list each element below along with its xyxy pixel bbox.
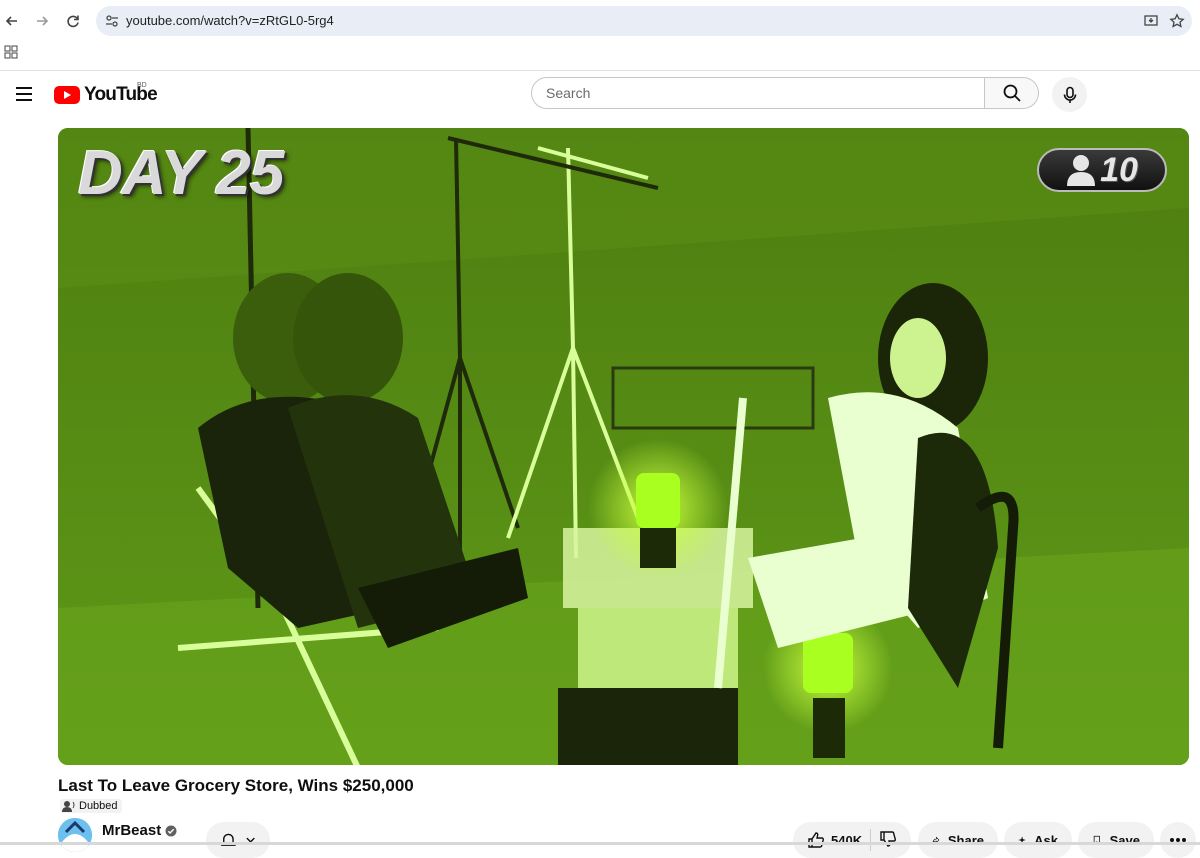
thumbs-up-icon xyxy=(808,832,824,848)
dubbed-voice-icon xyxy=(62,801,75,812)
notification-bell-button[interactable] xyxy=(206,822,270,858)
like-divider xyxy=(870,829,871,851)
search-box xyxy=(531,77,985,109)
video-player[interactable]: DAY 25 10 xyxy=(58,128,1189,765)
remaining-players-count: 10 xyxy=(1100,150,1138,189)
reload-icon xyxy=(67,15,79,28)
sparkle-icon xyxy=(1018,836,1026,844)
channel-name: MrBeast xyxy=(102,822,162,839)
youtube-play-icon xyxy=(54,86,80,104)
channel-name-link[interactable]: MrBeast xyxy=(102,822,177,839)
like-dislike-group: 540K xyxy=(793,822,911,858)
search-input[interactable] xyxy=(532,78,966,108)
back-arrow-icon xyxy=(5,16,17,26)
ask-button[interactable]: Ask xyxy=(1004,822,1072,858)
share-button[interactable]: Share xyxy=(918,822,998,858)
site-info-icon[interactable] xyxy=(104,13,120,34)
save-label: Save xyxy=(1109,832,1140,848)
person-icon xyxy=(1067,155,1096,186)
dubbed-badge: Dubbed xyxy=(60,799,122,813)
video-title: Last To Leave Grocery Store, Wins $250,0… xyxy=(58,776,414,795)
apps-grid-icon[interactable] xyxy=(4,45,18,59)
like-button[interactable]: 540K xyxy=(807,831,862,849)
remaining-players-badge: 10 xyxy=(1037,148,1167,192)
ask-label: Ask xyxy=(1034,832,1058,848)
verified-check-icon xyxy=(165,825,177,836)
voice-search-button[interactable] xyxy=(1052,77,1087,112)
address-bar[interactable]: youtube.com/watch?v=zRtGL0-5rg4 xyxy=(96,6,1192,36)
guide-menu-button[interactable] xyxy=(12,82,36,106)
install-app-icon[interactable] xyxy=(1142,12,1160,30)
share-arrow-icon xyxy=(932,836,940,844)
browser-toolbar: youtube.com/watch?v=zRtGL0-5rg4 xyxy=(0,0,1200,71)
forward-button[interactable] xyxy=(30,9,54,33)
like-count: 540K xyxy=(831,832,863,848)
bookmark-star-icon[interactable] xyxy=(1168,12,1186,30)
save-button[interactable]: Save xyxy=(1078,822,1154,858)
bell-icon xyxy=(220,833,237,846)
dislike-button[interactable] xyxy=(879,830,897,851)
save-playlist-icon xyxy=(1093,835,1100,845)
forward-arrow-icon xyxy=(37,16,49,26)
video-frame xyxy=(58,128,1189,765)
hamburger-menu-icon xyxy=(16,87,32,101)
more-actions-button[interactable] xyxy=(1160,822,1196,858)
back-button[interactable] xyxy=(0,9,24,33)
reload-button[interactable] xyxy=(61,9,85,33)
microphone-icon xyxy=(1063,86,1076,103)
dubbed-label: Dubbed xyxy=(79,800,118,812)
search-icon xyxy=(1003,84,1021,102)
share-label: Share xyxy=(947,832,984,848)
country-code: BD xyxy=(137,82,147,89)
search-button[interactable] xyxy=(985,77,1039,109)
day-overlay-text: DAY 25 xyxy=(78,139,284,208)
channel-avatar[interactable] xyxy=(58,818,92,852)
url-text[interactable]: youtube.com/watch?v=zRtGL0-5rg4 xyxy=(126,13,334,28)
